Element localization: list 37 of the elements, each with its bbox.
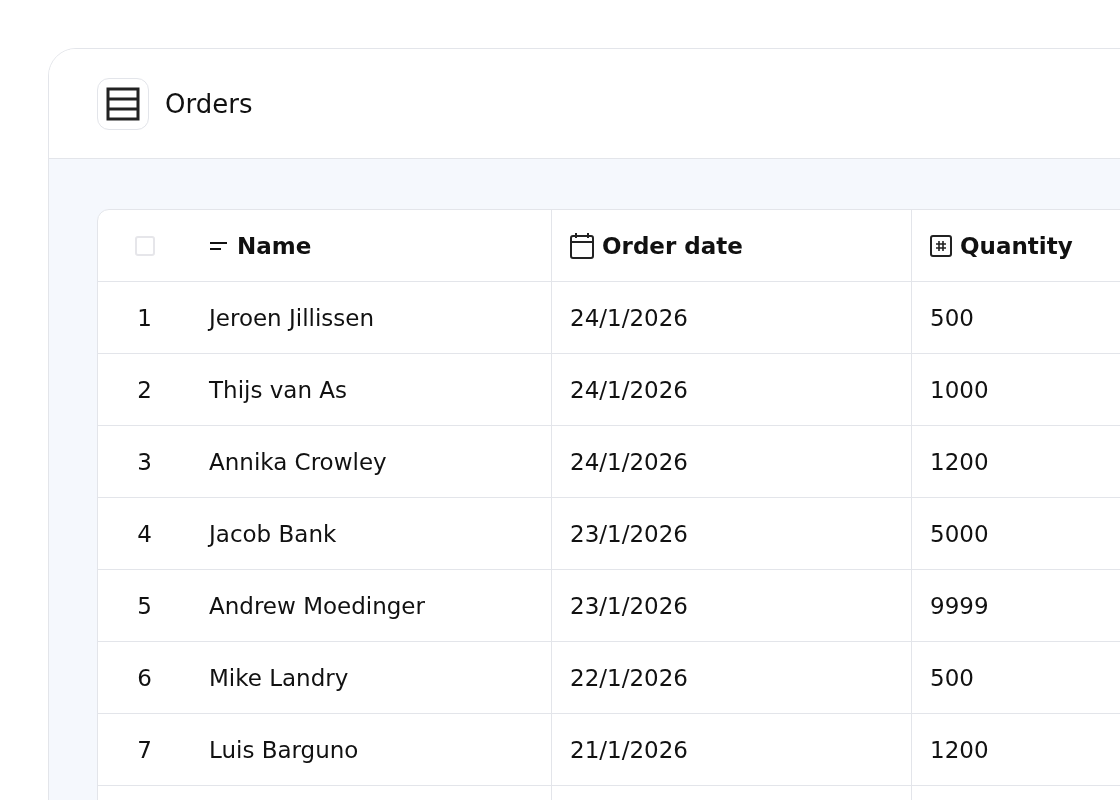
table-cell: 5000 — [930, 520, 989, 547]
table-cell: 24/1/2026 — [570, 448, 688, 475]
table-cell: 500 — [930, 304, 974, 331]
table-cell: 24/1/2026 — [570, 304, 688, 331]
row-number: 2 — [137, 376, 152, 403]
table-cell: Luis Barguno — [209, 736, 359, 763]
table-cell: Andrew Moedinger — [209, 592, 425, 619]
row-number: 4 — [137, 520, 152, 547]
column-header: Quantity — [960, 232, 1073, 259]
table-cell: Mike Landry — [209, 664, 349, 691]
table-cell: Jacob Bank — [209, 520, 337, 547]
table-cell: 21/1/2026 — [570, 736, 688, 763]
row-number: 5 — [137, 592, 152, 619]
table-cell: Jeroen Jillissen — [209, 304, 375, 331]
number-icon — [930, 234, 952, 257]
table-icon — [97, 77, 149, 130]
row-number: 6 — [137, 664, 152, 691]
table-cell: 1200 — [930, 448, 989, 475]
calendar-icon — [570, 232, 594, 259]
table-cell: 23/1/2026 — [570, 520, 688, 547]
window-title: Orders — [165, 88, 253, 119]
table-cell: Thijs van As — [209, 376, 347, 403]
select-all-checkbox[interactable] — [134, 235, 155, 256]
row-number: 3 — [137, 448, 152, 475]
column-header: Name — [237, 232, 312, 259]
row-number: 7 — [137, 736, 152, 763]
table-cell: 1000 — [930, 376, 989, 403]
column-header: Order date — [602, 232, 743, 259]
table-cell: Annika Crowley — [209, 448, 387, 475]
table-cell: 1200 — [930, 736, 989, 763]
text-icon — [209, 239, 229, 252]
table-cell: 23/1/2026 — [570, 592, 688, 619]
table-cell: 22/1/2026 — [570, 664, 688, 691]
table-cell: 24/1/2026 — [570, 376, 688, 403]
row-number: 1 — [137, 304, 152, 331]
table-cell: 500 — [930, 664, 974, 691]
table-cell: 9999 — [930, 592, 989, 619]
